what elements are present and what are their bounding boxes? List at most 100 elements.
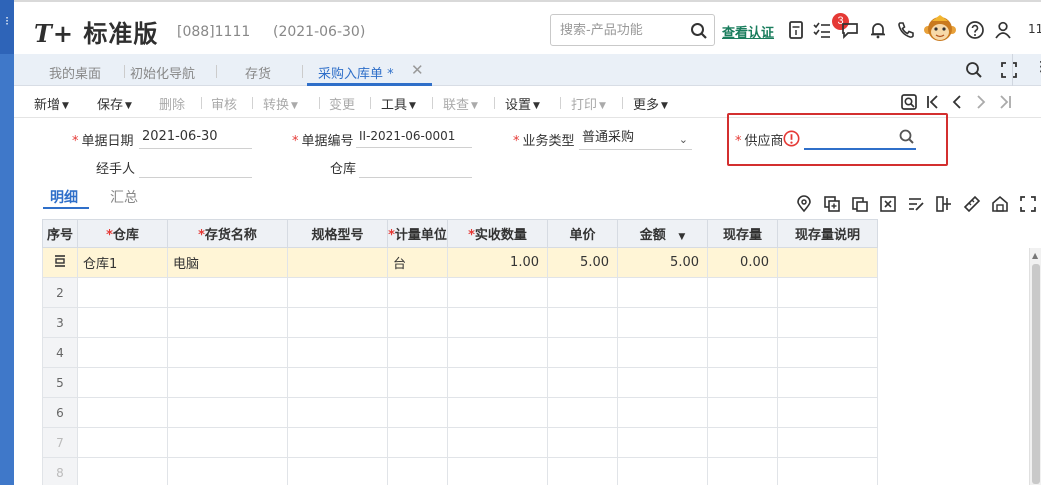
cell-qty[interactable]: [447, 427, 548, 458]
cell-price[interactable]: 5.00: [547, 247, 618, 278]
cell-unit[interactable]: [387, 277, 448, 308]
cell-spec[interactable]: [287, 247, 388, 278]
table-row[interactable]: 7: [42, 427, 878, 458]
prev-page-icon[interactable]: [948, 93, 966, 111]
col-header-qty[interactable]: *实收数量: [447, 219, 548, 248]
phone-icon[interactable]: [896, 20, 916, 40]
function-search[interactable]: [550, 14, 715, 46]
last-page-icon[interactable]: [996, 93, 1014, 111]
cell-spec[interactable]: [287, 277, 388, 308]
row-insert-icon[interactable]: [42, 247, 78, 278]
cell-qty[interactable]: [447, 367, 548, 398]
cell-price[interactable]: [547, 397, 618, 428]
cell-price[interactable]: [547, 337, 618, 368]
table-row[interactable]: 2: [42, 277, 878, 308]
cell-item[interactable]: [167, 277, 288, 308]
table-row[interactable]: 8: [42, 457, 878, 485]
scan-icon[interactable]: [900, 93, 918, 111]
cell-price[interactable]: [547, 427, 618, 458]
cell-unit[interactable]: [387, 367, 448, 398]
cell-item[interactable]: [167, 427, 288, 458]
cell-item[interactable]: [167, 457, 288, 485]
monkey-avatar[interactable]: [923, 12, 957, 46]
cell-price[interactable]: [547, 307, 618, 338]
col-header-amount[interactable]: 金额 ▼: [617, 219, 708, 248]
more-button[interactable]: 更多 ▼: [633, 94, 668, 113]
cell-item[interactable]: [167, 337, 288, 368]
cell-qty[interactable]: [447, 307, 548, 338]
tab-init-guide[interactable]: 初始化导航: [130, 63, 195, 82]
cell-qty[interactable]: [447, 337, 548, 368]
tab-desktop[interactable]: 我的桌面: [49, 63, 101, 82]
close-tab-icon[interactable]: ✕: [411, 61, 424, 79]
cell-amount[interactable]: [617, 337, 708, 368]
paste-icon[interactable]: [851, 195, 869, 213]
scroll-up-icon[interactable]: ▲: [1032, 251, 1038, 260]
ruler-icon[interactable]: [963, 195, 981, 213]
cell-amount[interactable]: 5.00: [617, 247, 708, 278]
search-input[interactable]: [551, 15, 681, 45]
save-button[interactable]: 保存 ▼: [97, 94, 132, 113]
query-button[interactable]: 联查 ▼: [443, 94, 478, 113]
first-page-icon[interactable]: [924, 93, 942, 111]
cell-warehouse[interactable]: [77, 277, 168, 308]
table-row[interactable]: 仓库1 电脑 台 1.00 5.00 5.00 0.00: [42, 247, 878, 278]
new-button[interactable]: 新增 ▼: [34, 94, 69, 113]
cell-unit[interactable]: [387, 457, 448, 485]
cell-item[interactable]: [167, 367, 288, 398]
col-header-spec[interactable]: 规格型号: [287, 219, 388, 248]
cell-qty[interactable]: 1.00: [447, 247, 548, 278]
settings-button[interactable]: 设置 ▼: [505, 94, 540, 113]
bell-icon[interactable]: [868, 20, 888, 40]
warehouse-field[interactable]: [359, 156, 472, 178]
cell-amount[interactable]: [617, 427, 708, 458]
next-page-icon[interactable]: [972, 93, 990, 111]
table-row[interactable]: 5: [42, 367, 878, 398]
supplier-input[interactable]: [804, 126, 916, 150]
tab-detail[interactable]: 明细: [50, 187, 78, 207]
change-button[interactable]: 变更: [329, 94, 355, 113]
search-icon[interactable]: [964, 60, 984, 80]
cell-unit[interactable]: [387, 337, 448, 368]
doc-no-field[interactable]: II-2021-06-0001: [356, 126, 472, 148]
biz-type-select[interactable]: 普通采购 ⌄: [579, 128, 692, 150]
tab-summary[interactable]: 汇总: [110, 187, 138, 207]
cell-amount[interactable]: [617, 457, 708, 485]
cell-warehouse[interactable]: [77, 307, 168, 338]
user-icon[interactable]: [993, 20, 1013, 40]
cell-warehouse[interactable]: [77, 337, 168, 368]
grid-scrollbar[interactable]: ▲: [1029, 248, 1041, 485]
cell-qty[interactable]: [447, 457, 548, 485]
cell-spec[interactable]: [287, 397, 388, 428]
convert-button[interactable]: 转换 ▼: [263, 94, 298, 113]
fullscreen-icon[interactable]: [999, 60, 1019, 80]
col-header-price[interactable]: 单价: [547, 219, 618, 248]
cell-amount[interactable]: [617, 367, 708, 398]
cell-spec[interactable]: [287, 307, 388, 338]
cell-amount[interactable]: [617, 397, 708, 428]
cell-amount[interactable]: [617, 277, 708, 308]
cell-spec[interactable]: [287, 427, 388, 458]
col-header-no[interactable]: 序号: [42, 219, 78, 248]
edit-icon[interactable]: [907, 195, 925, 213]
cell-unit[interactable]: [387, 307, 448, 338]
cell-spec[interactable]: [287, 457, 388, 485]
cell-price[interactable]: [547, 457, 618, 485]
warehouse-icon[interactable]: [991, 195, 1009, 213]
help-icon[interactable]: [965, 20, 985, 40]
tools-button[interactable]: 工具 ▼: [381, 94, 416, 113]
print-button[interactable]: 打印 ▼: [571, 94, 606, 113]
col-header-item[interactable]: *存货名称: [167, 219, 288, 248]
verify-link[interactable]: 查看认证: [722, 22, 774, 41]
cell-warehouse[interactable]: [77, 427, 168, 458]
doc-date-field[interactable]: 2021-06-30: [139, 127, 252, 149]
message-icon[interactable]: [840, 20, 860, 40]
chevron-down-icon[interactable]: ⌄: [679, 130, 688, 149]
cell-item[interactable]: 电脑: [167, 247, 288, 278]
cell-unit[interactable]: [387, 397, 448, 428]
delete-row-icon[interactable]: [879, 195, 897, 213]
table-row[interactable]: 4: [42, 337, 878, 368]
cell-price[interactable]: [547, 367, 618, 398]
left-nav-strip[interactable]: ⁝: [0, 0, 14, 485]
col-header-stock[interactable]: 现存量: [707, 219, 778, 248]
